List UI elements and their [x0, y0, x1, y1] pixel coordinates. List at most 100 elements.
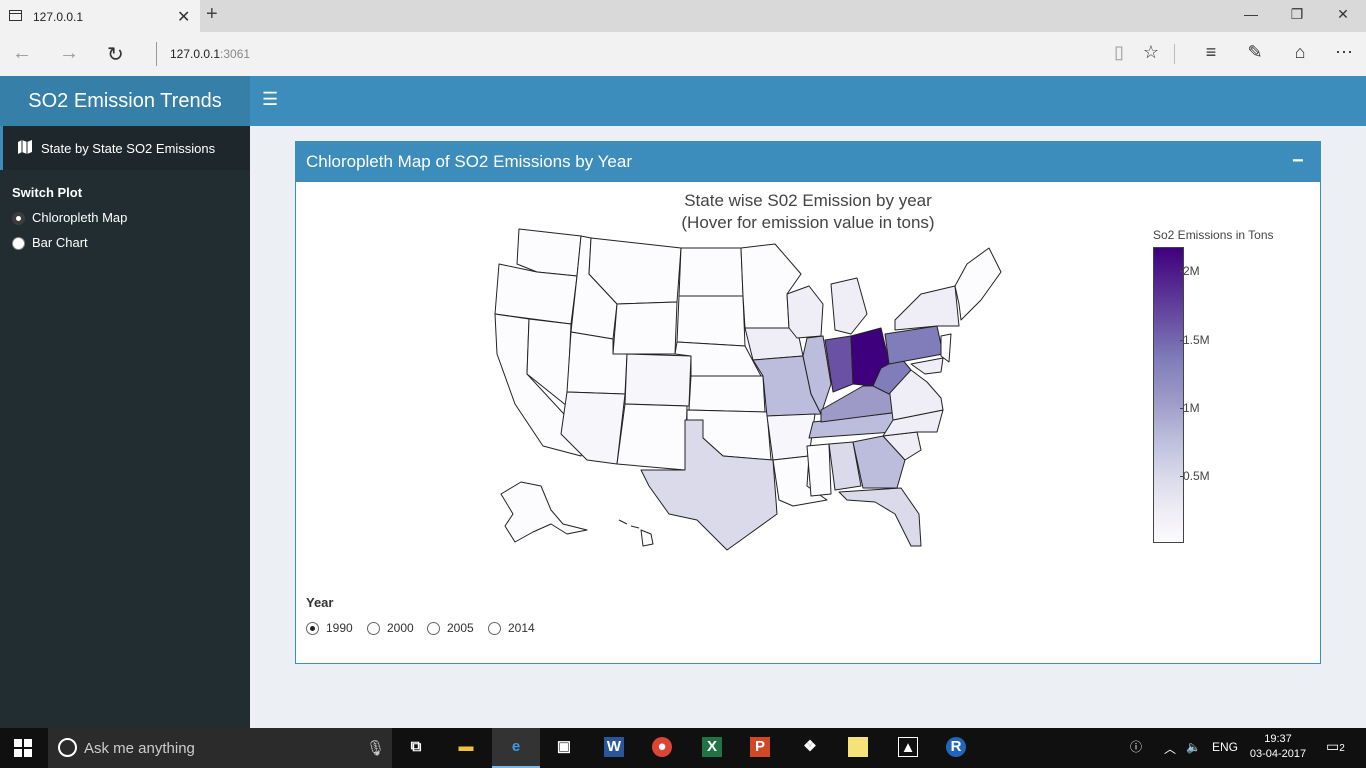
year-label: Year [306, 595, 334, 610]
taskbar-dropbox[interactable]: ❖ [786, 728, 834, 768]
chevron-up-icon[interactable]: ︿ [1164, 740, 1176, 757]
excel-icon: X [702, 737, 722, 757]
info-icon[interactable]: ⓘ [1130, 738, 1142, 755]
microphone-icon[interactable]: 🎙 [366, 739, 385, 757]
taskbar-sticky-notes[interactable] [834, 728, 882, 768]
chart-title-line: State wise S02 Emission by year [684, 191, 932, 210]
taskbar-word[interactable]: W [590, 728, 638, 768]
state-mi [830, 277, 868, 335]
state-hi [618, 519, 654, 547]
sidebar: State by State SO2 Emissions Switch Plot… [0, 126, 250, 728]
radio-unselected-icon[interactable] [488, 622, 501, 635]
colorbar-tick: 1M [1180, 401, 1200, 415]
favorite-star-icon[interactable]: ☆ [1138, 42, 1164, 63]
box-title: Chloropleth Map of SO2 Emissions by Year [306, 152, 633, 171]
windows-taskbar: Ask me anything 🎙 ⧉ ▬ e ▣ W ● X P ❖ ▲ R … [0, 728, 1366, 768]
state-ks [688, 375, 766, 413]
reading-view-icon[interactable]: ▯ [1106, 42, 1132, 63]
close-window-button[interactable]: ✕ [1328, 6, 1358, 23]
colorbar-tick: 2M [1180, 264, 1200, 278]
r-icon: R [946, 737, 966, 757]
taskbar-file-explorer[interactable]: ▬ [442, 728, 490, 768]
clock-time: 19:37 [1264, 733, 1292, 745]
radio-label: 2000 [387, 621, 414, 635]
radio-label: Chloropleth Map [32, 210, 128, 225]
taskbar-r[interactable]: R [932, 728, 980, 768]
radio-selected-icon[interactable] [12, 212, 25, 225]
state-wy [612, 301, 678, 355]
taskbar-powerpoint[interactable]: P [736, 728, 784, 768]
folder-icon: ▬ [458, 738, 474, 755]
forward-icon[interactable]: → [59, 42, 79, 65]
state-wa [516, 228, 582, 277]
state-md [910, 357, 944, 375]
taskbar-edge[interactable]: e [492, 728, 540, 768]
state-co [624, 353, 692, 407]
minimize-button[interactable]: — [1236, 6, 1266, 22]
page-icon [9, 10, 22, 21]
radio-unselected-icon[interactable] [12, 237, 25, 250]
close-tab-icon[interactable]: ✕ [177, 7, 190, 27]
switch-plot-label: Switch Plot [12, 185, 83, 200]
sidebar-item-label: State by State SO2 Emissions [41, 141, 216, 156]
colorbar [1153, 247, 1184, 543]
powerpoint-icon: P [750, 737, 770, 757]
browser-tab-strip: 127.0.0.1 ✕ + — ❐ ✕ [0, 0, 1366, 32]
back-icon[interactable]: ← [12, 42, 32, 65]
clock-date: 03-04-2017 [1249, 748, 1307, 760]
share-icon[interactable]: ⌂ [1287, 42, 1313, 63]
browser-tab[interactable]: 127.0.0.1 ✕ [0, 0, 200, 32]
state-ms [806, 443, 832, 497]
edge-icon: e [511, 738, 521, 755]
collapse-button[interactable]: − [1292, 150, 1304, 173]
state-new-england [954, 247, 1002, 321]
radio-selected-icon[interactable] [306, 622, 319, 635]
chrome-icon: ● [652, 737, 672, 757]
app-brand: SO2 Emission Trends [0, 76, 250, 126]
task-view-button[interactable]: ⧉ [392, 728, 440, 768]
divider [156, 42, 157, 66]
taskbar-photos[interactable]: ▲ [884, 728, 932, 768]
tab-title: 127.0.0.1 [33, 10, 84, 24]
windows-start-icon[interactable] [14, 739, 32, 757]
sticky-notes-icon [848, 737, 868, 757]
notifications-icon[interactable]: ▭2 [1326, 738, 1345, 755]
refresh-icon[interactable]: ↻ [107, 42, 124, 67]
app-header: SO2 Emission Trends ☰ [0, 76, 1366, 126]
radio-label: Bar Chart [32, 235, 88, 250]
sidebar-toggle-icon[interactable]: ☰ [262, 89, 282, 113]
restore-button[interactable]: ❐ [1282, 6, 1312, 23]
url-field[interactable]: 127.0.0.1:3061 [170, 47, 250, 61]
more-icon[interactable]: ⋯ [1331, 42, 1357, 63]
map-icon [18, 140, 32, 154]
divider [1174, 44, 1175, 64]
search-placeholder: Ask me anything [84, 740, 195, 757]
taskbar-chrome[interactable]: ● [638, 728, 686, 768]
taskbar-store[interactable]: ▣ [540, 728, 588, 768]
dropbox-icon: ❖ [803, 738, 817, 755]
state-fl [838, 487, 922, 547]
radio-unselected-icon[interactable] [427, 622, 440, 635]
new-tab-button[interactable]: + [206, 3, 218, 26]
taskbar-clock[interactable]: 19:37 03-04-2017 [1246, 732, 1310, 762]
state-nm [616, 403, 688, 471]
language-indicator[interactable]: ENG [1212, 740, 1238, 754]
state-ak [500, 481, 588, 543]
url-port: :3061 [220, 47, 251, 61]
state-nd [678, 247, 744, 297]
taskbar-search[interactable]: Ask me anything 🎙 [48, 728, 392, 768]
colorbar-title: So2 Emissions in Tons [1153, 228, 1274, 242]
address-toolbar: ← → ↻ 127.0.0.1:3061 ▯ ☆ ≡ ✎ ⌂ ⋯ [0, 32, 1366, 76]
sidebar-item-state-emissions[interactable]: State by State SO2 Emissions [0, 126, 250, 170]
word-icon: W [604, 737, 624, 757]
colorbar-tick: 0.5M [1180, 469, 1210, 483]
task-view-icon: ⧉ [410, 738, 422, 755]
volume-icon[interactable]: 🔈 [1186, 740, 1201, 754]
us-choropleth-map[interactable] [491, 224, 1011, 554]
web-note-icon[interactable]: ✎ [1242, 42, 1268, 63]
state-wi [786, 285, 824, 339]
hub-icon[interactable]: ≡ [1198, 42, 1224, 63]
taskbar-excel[interactable]: X [688, 728, 736, 768]
state-ny [894, 285, 960, 331]
radio-unselected-icon[interactable] [367, 622, 380, 635]
